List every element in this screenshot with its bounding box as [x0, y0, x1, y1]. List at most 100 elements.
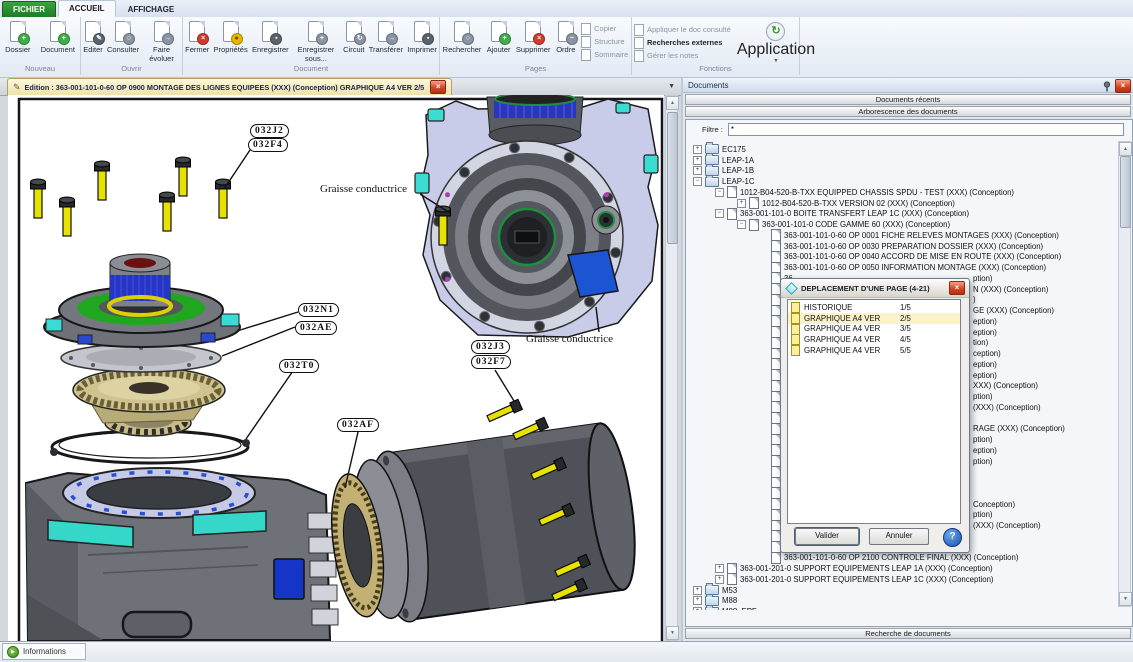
- consulter-button[interactable]: ○ Consulter: [105, 19, 141, 56]
- appliquer-doc-button[interactable]: Appliquer le doc consulté: [634, 23, 731, 36]
- editer-button[interactable]: ✎ Editer: [81, 19, 105, 56]
- tree-item[interactable]: + LEAP-1B: [687, 166, 1119, 177]
- status-bar: ▶ Informations: [0, 641, 1133, 662]
- housing-body: [26, 468, 338, 640]
- expand-toggle-icon[interactable]: +: [693, 145, 702, 154]
- tree-item[interactable]: + 363-001-201-0 SUPPORT EQUIPEMENTS LEAP…: [687, 574, 1119, 585]
- filter-input[interactable]: [728, 123, 1124, 136]
- expand-toggle-icon[interactable]: +: [693, 166, 702, 175]
- tree-item[interactable]: + LEAP-1A: [687, 155, 1119, 166]
- expand-toggle-icon[interactable]: +: [693, 596, 702, 605]
- expand-toggle-icon[interactable]: +: [737, 199, 746, 208]
- tree-item[interactable]: + M88_EPF: [687, 606, 1119, 610]
- tree-item[interactable]: 363-001-101-0-60 OP 0030 PREPARATION DOS…: [687, 241, 1119, 252]
- scroll-up-icon[interactable]: ▲: [666, 96, 679, 110]
- sommaire-button[interactable]: Sommaire: [581, 48, 628, 61]
- page-list: HISTORIQUE 1/5 GRAPHIQUE A4 VER 2/5 GRAP…: [787, 299, 961, 524]
- tree-item-label-fragment: eption): [973, 328, 997, 337]
- page-icon: [791, 302, 800, 313]
- document-tab[interactable]: ✎ Edition : 363-001-101-0-60 OP 0900 MON…: [7, 78, 452, 95]
- scroll-down-icon[interactable]: ▼: [666, 626, 679, 640]
- tree-item[interactable]: + 363-001-201-0 SUPPORT EQUIPEMENTS LEAP…: [687, 563, 1119, 574]
- circuit-button[interactable]: ↻ Circuit: [341, 19, 366, 56]
- tree-item[interactable]: + EC175: [687, 144, 1119, 155]
- part-callout: 032J2: [250, 124, 289, 138]
- document-tab-close-button[interactable]: ×: [430, 80, 446, 94]
- proprietes-button[interactable]: ● Propriétés: [212, 19, 250, 56]
- tree-item-label-fragment: XXX) (Conception): [973, 381, 1038, 390]
- tree-item[interactable]: 363-001-101-0-60 OP 0001 FICHE RELEVES M…: [687, 230, 1119, 241]
- tree-item[interactable]: + M88: [687, 596, 1119, 607]
- document-button[interactable]: + Document: [39, 19, 77, 56]
- tree-item[interactable]: + M53: [687, 585, 1119, 596]
- expand-toggle-icon[interactable]: +: [715, 564, 724, 573]
- ajouter-button[interactable]: + Ajouter: [485, 19, 513, 56]
- expand-toggle-icon[interactable]: −: [737, 220, 746, 229]
- gerer-notes-button[interactable]: Gérer les notes: [634, 49, 731, 62]
- fermer-button[interactable]: × Fermer: [183, 19, 211, 56]
- tree-scroll-up-icon[interactable]: ▲: [1119, 142, 1132, 156]
- transfer-icon: →: [376, 20, 396, 44]
- panel-close-button[interactable]: ×: [1115, 79, 1131, 93]
- page-number: 5/5: [900, 346, 911, 355]
- tree-item[interactable]: 363-001-101-0-60 OP 0040 ACCORD DE MISE …: [687, 252, 1119, 263]
- tab-fichier[interactable]: FICHIER: [2, 1, 56, 17]
- expand-toggle-icon[interactable]: +: [693, 156, 702, 165]
- drawing-canvas[interactable]: 032J2 032F4 032N1 032AE 032T0 032J3 032F…: [8, 95, 664, 641]
- transferer-button[interactable]: → Transférer: [367, 19, 405, 56]
- page-list-item[interactable]: GRAPHIQUE A4 VER 5/5: [788, 345, 960, 356]
- page-list-item[interactable]: HISTORIQUE 1/5: [788, 302, 960, 313]
- expand-toggle-icon[interactable]: −: [715, 188, 724, 197]
- tree-item[interactable]: − 1012-B04-520-B-TXX EQUIPPED CHASSIS SP…: [687, 187, 1119, 198]
- arborescence-bar[interactable]: Arborescence des documents: [685, 106, 1131, 117]
- expand-toggle-icon[interactable]: −: [693, 177, 702, 186]
- informations-tab[interactable]: ▶ Informations: [2, 643, 86, 660]
- ribbon: + Dossier + Document Nouveau ✎ Editer ○ …: [0, 17, 1133, 78]
- pin-icon[interactable]: [1100, 79, 1113, 91]
- page-list-item[interactable]: GRAPHIQUE A4 VER 3/5: [788, 324, 960, 335]
- copier-button[interactable]: Copier: [581, 22, 628, 35]
- recherche-documents-bar[interactable]: Recherche de documents: [685, 628, 1131, 639]
- tree-item[interactable]: − 363-001-101-0 BOITE TRANSFERT LEAP 1C …: [687, 209, 1119, 220]
- tree-item[interactable]: 363-001-101-0-60 OP 0050 INFORMATION MON…: [687, 262, 1119, 273]
- structure-button[interactable]: Structure: [581, 35, 628, 48]
- tab-list-caret-icon[interactable]: ▼: [668, 83, 675, 90]
- tree-item-label-fragment: eption): [973, 317, 997, 326]
- page-move-dialog: DEPLACEMENT D'UNE PAGE (4-21) × HISTORIQ…: [780, 278, 970, 553]
- expand-toggle-icon[interactable]: +: [693, 586, 702, 595]
- ordre-button[interactable]: − Ordre: [554, 19, 578, 56]
- expand-toggle-icon[interactable]: +: [693, 607, 702, 610]
- page-icon: [791, 324, 800, 335]
- faire-evoluer-button[interactable]: → Faire évoluer: [141, 19, 182, 64]
- dossier-button[interactable]: + Dossier: [3, 19, 32, 56]
- tree-item[interactable]: − LEAP-1C: [687, 176, 1119, 187]
- tree-scrollbar-thumb[interactable]: [1120, 156, 1131, 228]
- page-list-item[interactable]: GRAPHIQUE A4 VER 4/5: [788, 334, 960, 345]
- drawing-scrollbar-thumb[interactable]: [667, 112, 678, 244]
- tree-item[interactable]: − 363-001-101-0 CODE GAMME 60 (XXX) (Con…: [687, 219, 1119, 230]
- enregistrer-sous-button[interactable]: + Enregistrer sous...: [291, 19, 341, 64]
- valider-button[interactable]: Valider: [795, 528, 859, 545]
- notes-icon: [634, 50, 644, 62]
- tree-scroll-down-icon[interactable]: ▼: [1119, 592, 1132, 606]
- tree-item[interactable]: + 1012-B04-520-B-TXX VERSION 02 (XXX) (C…: [687, 198, 1119, 209]
- imprimer-button[interactable]: ▪ Imprimer: [405, 19, 439, 56]
- documents-recents-bar[interactable]: Documents récents: [685, 94, 1131, 105]
- tree-scrollbar[interactable]: ▲ ▼: [1118, 141, 1131, 607]
- expand-toggle-icon[interactable]: +: [715, 575, 724, 584]
- annuler-button[interactable]: Annuler: [869, 528, 929, 545]
- page-list-item[interactable]: GRAPHIQUE A4 VER 2/5: [788, 313, 960, 324]
- tree-item[interactable]: 363-001-101-0-60 OP 2100 CONTROLE FINAL …: [687, 553, 1119, 564]
- supprimer-button[interactable]: × Supprimer: [514, 19, 553, 56]
- recherches-externes-button[interactable]: Recherches externes: [634, 36, 731, 49]
- rechercher-button[interactable]: ○ Rechercher: [441, 19, 484, 56]
- new-document-icon: +: [48, 20, 68, 44]
- drawing-scrollbar[interactable]: ▲ ▼: [665, 95, 678, 641]
- tab-accueil[interactable]: ACCUEIL: [58, 0, 116, 17]
- dialog-close-button[interactable]: ×: [949, 281, 965, 295]
- tab-affichage[interactable]: AFFICHAGE: [118, 2, 185, 17]
- enregistrer-button[interactable]: ▪ Enregistrer: [250, 19, 291, 56]
- tree-item-label-fragment: ption): [973, 510, 993, 519]
- help-icon[interactable]: ?: [943, 528, 962, 547]
- expand-toggle-icon[interactable]: −: [715, 209, 724, 218]
